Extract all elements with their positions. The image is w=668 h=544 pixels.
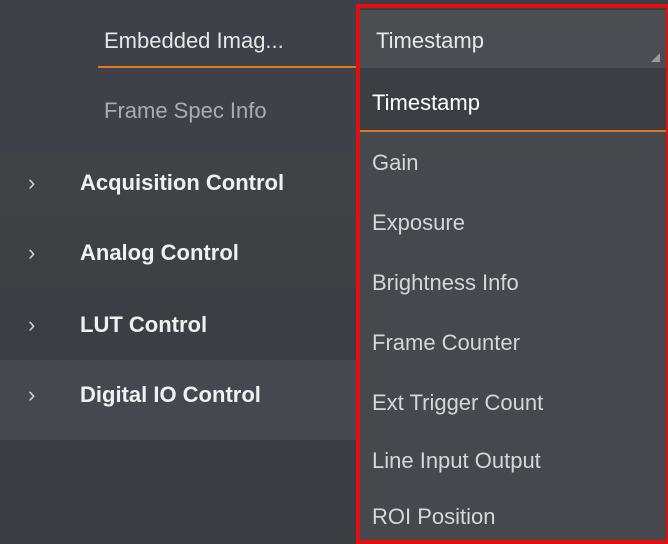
group-label-acquisition-control: Acquisition Control <box>80 170 285 195</box>
property-row-embedded-image[interactable]: Embedded Imag... <box>0 0 360 70</box>
dropdown-option-exposure[interactable]: Exposure <box>358 194 666 252</box>
property-panel: Embedded Imag... Frame Spec Info › Acqui… <box>0 0 668 544</box>
option-label: Ext Trigger Count <box>372 390 544 415</box>
dropdown-option-gain[interactable]: Gain <box>358 134 666 192</box>
property-label-embedded-image: Embedded Imag... <box>104 28 284 53</box>
option-label: Timestamp <box>372 90 480 115</box>
select-current-value: Timestamp <box>376 28 484 53</box>
option-label: Gain <box>372 150 419 175</box>
chevron-right-icon[interactable]: › <box>28 312 35 338</box>
dropdown-option-timestamp[interactable]: Timestamp <box>358 74 666 132</box>
option-label: Exposure <box>372 210 465 235</box>
chevron-right-icon[interactable]: › <box>28 170 35 196</box>
option-label: Frame Counter <box>372 330 520 355</box>
group-label-analog-control: Analog Control <box>80 240 239 265</box>
option-label: ROI Position <box>372 504 496 529</box>
group-row-acquisition-control[interactable]: › Acquisition Control <box>0 150 360 216</box>
dropdown-option-roi-position[interactable]: ROI Position <box>358 488 666 540</box>
dropdown-option-frame-counter[interactable]: Frame Counter <box>358 314 666 372</box>
option-label: Line Input Output <box>372 448 541 473</box>
embedded-image-select[interactable]: Timestamp <box>358 10 666 68</box>
dropdown-option-line-input-output[interactable]: Line Input Output <box>358 432 666 490</box>
dropdown-list: Timestamp Gain Exposure Brightness Info … <box>358 74 666 540</box>
group-label-lut-control: LUT Control <box>80 312 208 337</box>
group-row-analog-control[interactable]: › Analog Control <box>0 216 360 288</box>
group-row-digital-io-control[interactable]: › Digital IO Control <box>0 360 360 440</box>
property-label-frame-spec-info: Frame Spec Info <box>104 98 267 123</box>
dropdown-option-ext-trigger-count[interactable]: Ext Trigger Count <box>358 374 666 432</box>
property-row-frame-spec-info[interactable]: Frame Spec Info <box>0 70 360 150</box>
chevron-right-icon[interactable]: › <box>28 240 35 266</box>
chevron-right-icon[interactable]: › <box>28 382 35 408</box>
option-label: Brightness Info <box>372 270 519 295</box>
group-label-digital-io-control: Digital IO Control <box>80 382 261 407</box>
empty-panel-area <box>0 440 360 543</box>
dropdown-corner-icon[interactable] <box>651 53 660 62</box>
group-row-lut-control[interactable]: › LUT Control <box>0 288 360 360</box>
active-row-underline <box>98 66 360 68</box>
dropdown-option-brightness-info[interactable]: Brightness Info <box>358 254 666 312</box>
